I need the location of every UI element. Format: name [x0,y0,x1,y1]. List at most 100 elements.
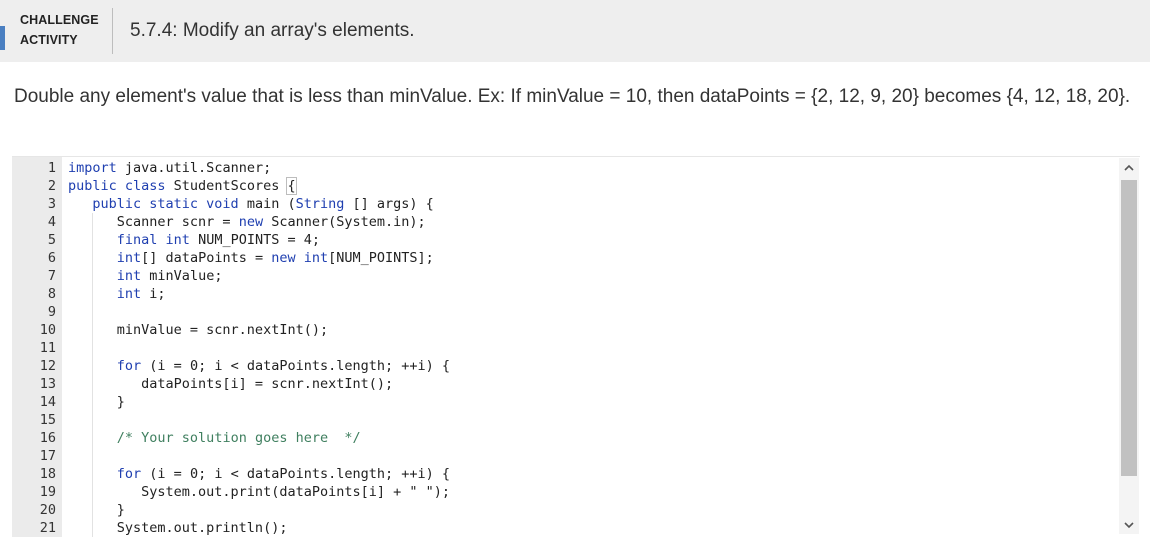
code-comment: /* Your solution goes here */ [116,430,361,446]
code-token: } [68,502,125,518]
indent-guide [92,213,93,537]
line-number: 11 [39,340,56,356]
code-token: minValue = scnr.nextInt(); [68,322,329,338]
code-text: Scanner scnr = new Scanner(System.in); [68,213,426,231]
line-number: 1 [47,160,56,176]
line-number: 12 [39,358,56,374]
scrollbar-thumb[interactable] [1121,180,1137,476]
code-line[interactable]: 10 minValue = scnr.nextInt(); [12,321,1120,339]
code-token: { [286,177,297,195]
line-number: 6 [47,250,56,266]
badge-label-line2: ACTIVITY [20,33,78,47]
code-keyword: import [68,160,117,176]
code-keyword: int [116,268,142,284]
code-token: Scanner(System.in); [263,214,426,230]
code-line[interactable]: 18 for (i = 0; i < dataPoints.length; ++… [12,465,1120,483]
code-line[interactable]: 12 for (i = 0; i < dataPoints.length; ++… [12,357,1120,375]
code-text: int i; [68,285,166,303]
code-keyword: new [238,214,264,230]
code-token: NUM_POINTS = 4; [189,232,320,248]
chevron-down-icon[interactable] [1119,516,1139,534]
line-number: 20 [39,502,56,518]
code-token: minValue; [141,268,223,284]
code-keyword: for [116,358,142,374]
code-text: System.out.println(); [68,519,288,537]
activity-description: Double any element's value that is less … [14,86,1131,107]
code-keyword: public static void [92,196,239,212]
activity-header: CHALLENGE ACTIVITY 5.7.4: Modify an arra… [0,0,1150,62]
badge-label-line1: CHALLENGE [20,13,99,27]
code-text: public static void main (String [] args)… [68,195,434,213]
line-number: 5 [47,232,56,248]
code-line[interactable]: 4 Scanner scnr = new Scanner(System.in); [12,213,1120,231]
code-line[interactable]: 14 } [12,393,1120,411]
code-text: int[] dataPoints = new int[NUM_POINTS]; [68,249,434,267]
line-number: 16 [39,430,56,446]
code-line[interactable]: 19 System.out.print(dataPoints[i] + " ")… [12,483,1120,501]
code-line[interactable]: 16 /* Your solution goes here */ [12,429,1120,447]
code-text: dataPoints[i] = scnr.nextInt(); [68,375,393,393]
code-text: /* Your solution goes here */ [68,429,361,447]
code-token: } [68,394,125,410]
code-text: System.out.print(dataPoints[i] + " "); [68,483,450,501]
code-token: System.out.println(); [68,520,288,536]
activity-title: 5.7.4: Modify an array's elements. [130,20,415,41]
badge-accent-bar [0,26,5,50]
code-text: minValue = scnr.nextInt(); [68,321,328,339]
code-keyword: int [116,286,142,302]
header-divider [112,8,113,54]
line-number: 13 [39,376,56,392]
code-token: StudentScores [165,178,288,194]
code-line[interactable]: 5 final int NUM_POINTS = 4; [12,231,1120,249]
line-number: 9 [47,304,56,320]
code-token: main ( [238,196,296,212]
line-number: 18 [39,466,56,482]
code-text: import java.util.Scanner; [68,159,271,177]
line-number: 10 [39,322,56,338]
code-line[interactable]: 17 [12,447,1120,465]
code-token: dataPoints[i] = scnr.nextInt(); [68,376,394,392]
line-number: 15 [39,412,56,428]
code-token: [] args) { [344,196,434,212]
code-keyword: new int [271,250,329,266]
code-line[interactable]: 13 dataPoints[i] = scnr.nextInt(); [12,375,1120,393]
line-number: 2 [47,178,56,194]
code-token: i; [141,286,166,302]
editor-scrollbar[interactable] [1119,158,1139,534]
code-keyword: public class [68,178,166,194]
line-number: 17 [39,448,56,464]
line-number: 14 [39,394,56,410]
line-number: 21 [39,520,56,536]
line-number: 8 [47,286,56,302]
line-number: 4 [47,214,56,230]
code-text: for (i = 0; i < dataPoints.length; ++i) … [68,357,450,375]
code-keyword: for [116,466,142,482]
code-line[interactable]: 1 import java.util.Scanner; [12,159,1120,177]
code-line[interactable]: 2 public class StudentScores { [12,177,1120,195]
line-number: 19 [39,484,56,500]
code-token: [NUM_POINTS]; [328,250,434,266]
chevron-up-icon[interactable] [1119,158,1139,176]
code-keyword: String [295,196,345,212]
code-line[interactable]: 9 [12,303,1120,321]
code-text: public class StudentScores { [68,177,297,195]
code-text: } [68,501,125,519]
code-line[interactable]: 6 int[] dataPoints = new int[NUM_POINTS]… [12,249,1120,267]
code-line[interactable]: 11 [12,339,1120,357]
code-line[interactable]: 8 int i; [12,285,1120,303]
code-line[interactable]: 15 [12,411,1120,429]
code-line[interactable]: 7 int minValue; [12,267,1120,285]
code-token: Scanner scnr = [68,214,239,230]
code-token: (i = 0; i < dataPoints.length; ++i) { [141,358,451,374]
code-token: System.out.print(dataPoints[i] + " "); [68,484,451,500]
line-number: 7 [47,268,56,284]
line-number: 3 [47,196,56,212]
code-line[interactable]: 3 public static void main (String [] arg… [12,195,1120,213]
code-line[interactable]: 21 System.out.println(); [12,519,1120,537]
code-token: [] dataPoints = [141,250,272,266]
code-text: } [68,393,125,411]
code-keyword: int [116,250,142,266]
code-editor[interactable]: 1 import java.util.Scanner; 2 public class … [12,156,1140,537]
code-line[interactable]: 20 } [12,501,1120,519]
